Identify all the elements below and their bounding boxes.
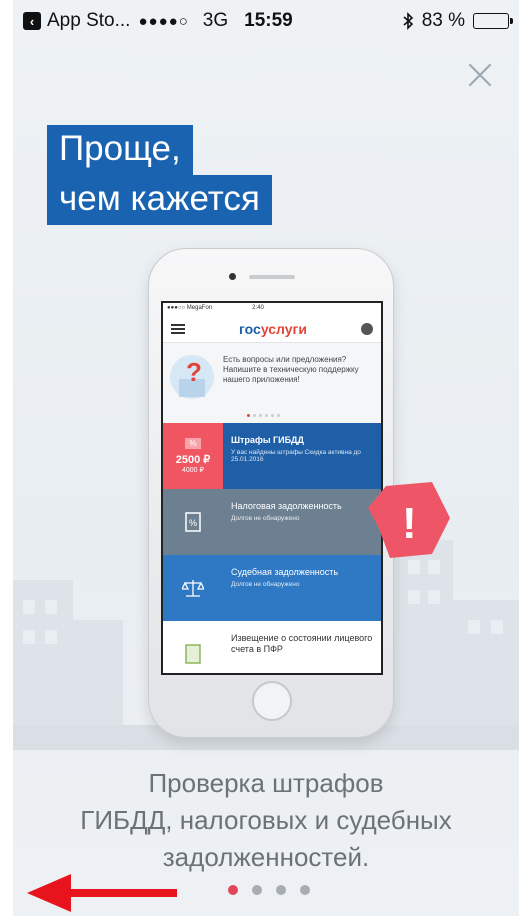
document-icon bbox=[185, 644, 201, 664]
list-item: % 2500 ₽ 4000 ₽ Штрафы ГИБДД У вас найде… bbox=[163, 423, 381, 489]
headline: Проще, чем кажется bbox=[47, 125, 272, 225]
caption-line-2: ГИБДД, налоговых и судебных bbox=[80, 805, 452, 835]
alert-symbol: ! bbox=[402, 499, 417, 548]
row-subtitle: Долгов не обнаружено bbox=[231, 515, 300, 522]
row-title: Извещение о состоянии лицевого счета в П… bbox=[231, 633, 373, 654]
phone-speaker bbox=[249, 275, 295, 279]
signal-strength: ●●●●○ bbox=[138, 12, 189, 30]
mini-time: 2:40 bbox=[252, 305, 264, 311]
phone-screen: ●●●○○ MegaFon 2:40 госуслуги ? Есть вопр… bbox=[161, 301, 383, 675]
left-arrow-icon[interactable] bbox=[27, 870, 177, 916]
back-to-app-icon[interactable]: ‹ bbox=[23, 12, 41, 30]
logo-part-1: гос bbox=[239, 320, 261, 337]
list-item: Судебная задолженность Долгов не обнаруж… bbox=[163, 555, 381, 621]
svg-text:%: % bbox=[189, 518, 197, 528]
battery-percent: 83 % bbox=[421, 10, 465, 31]
fine-old-price: 4000 ₽ bbox=[182, 467, 204, 474]
list-item: Извещение о состоянии лицевого счета в П… bbox=[163, 621, 381, 673]
phone-home-button bbox=[252, 681, 292, 721]
caption: Проверка штрафов ГИБДД, налоговых и суде… bbox=[13, 765, 519, 876]
fine-price: 2500 ₽ bbox=[175, 454, 211, 466]
mini-status-bar: ●●●○○ MegaFon 2:40 bbox=[163, 303, 381, 315]
menu-icon bbox=[171, 323, 185, 334]
status-bar: ‹ App Sto... ●●●●○ 3G 15:59 83 % bbox=[13, 0, 519, 42]
row-subtitle: У вас найдены штрафы Скидка активна до 2… bbox=[231, 449, 361, 463]
gosuslugi-logo: госуслуги bbox=[185, 321, 361, 337]
support-banner: ? Есть вопросы или предложения? Напишите… bbox=[163, 343, 381, 423]
svg-text:?: ? bbox=[186, 357, 202, 387]
bluetooth-icon bbox=[403, 12, 413, 30]
banner-pager bbox=[247, 414, 280, 417]
app-bar: госуслуги bbox=[163, 315, 381, 343]
scales-icon bbox=[182, 580, 204, 597]
alert-callout: ! bbox=[368, 482, 450, 558]
page-dot[interactable] bbox=[276, 885, 286, 895]
back-app-label[interactable]: App Sto... bbox=[47, 10, 130, 32]
battery-icon bbox=[473, 13, 513, 29]
phone-camera bbox=[229, 273, 236, 280]
discount-badge: % bbox=[185, 438, 201, 449]
onboarding-screen: ‹ App Sto... ●●●●○ 3G 15:59 83 % Проще, … bbox=[13, 0, 519, 916]
clock: 15:59 bbox=[244, 10, 293, 31]
network-type: 3G bbox=[202, 10, 229, 31]
tax-document-icon: % bbox=[185, 512, 201, 532]
phone-mockup: ●●●○○ MegaFon 2:40 госуслуги ? Есть вопр… bbox=[148, 248, 394, 738]
page-indicator[interactable] bbox=[228, 885, 310, 895]
fine-amount: % 2500 ₽ 4000 ₽ bbox=[163, 423, 223, 489]
logo-part-2: услуги bbox=[260, 320, 307, 337]
mini-carrier: ●●●○○ MegaFon bbox=[167, 305, 213, 311]
row-subtitle: Долгов не обнаружено bbox=[231, 581, 300, 588]
page-dot[interactable] bbox=[228, 885, 238, 895]
row-title: Налоговая задолженность bbox=[231, 501, 342, 511]
page-dot[interactable] bbox=[252, 885, 262, 895]
list-item: % Налоговая задолженность Долгов не обна… bbox=[163, 489, 381, 555]
user-icon bbox=[361, 322, 373, 335]
row-title: Штрафы ГИБДД bbox=[231, 435, 304, 445]
banner-text: Есть вопросы или предложения? Напишите в… bbox=[223, 355, 359, 384]
row-title: Судебная задолженность bbox=[231, 567, 339, 577]
headline-line-2: чем кажется bbox=[47, 175, 272, 225]
page-dot[interactable] bbox=[300, 885, 310, 895]
headline-line-1: Проще, bbox=[47, 125, 193, 175]
close-icon[interactable] bbox=[465, 60, 495, 90]
question-illustration: ? bbox=[170, 355, 214, 399]
caption-line-1: Проверка штрафов bbox=[148, 768, 384, 798]
